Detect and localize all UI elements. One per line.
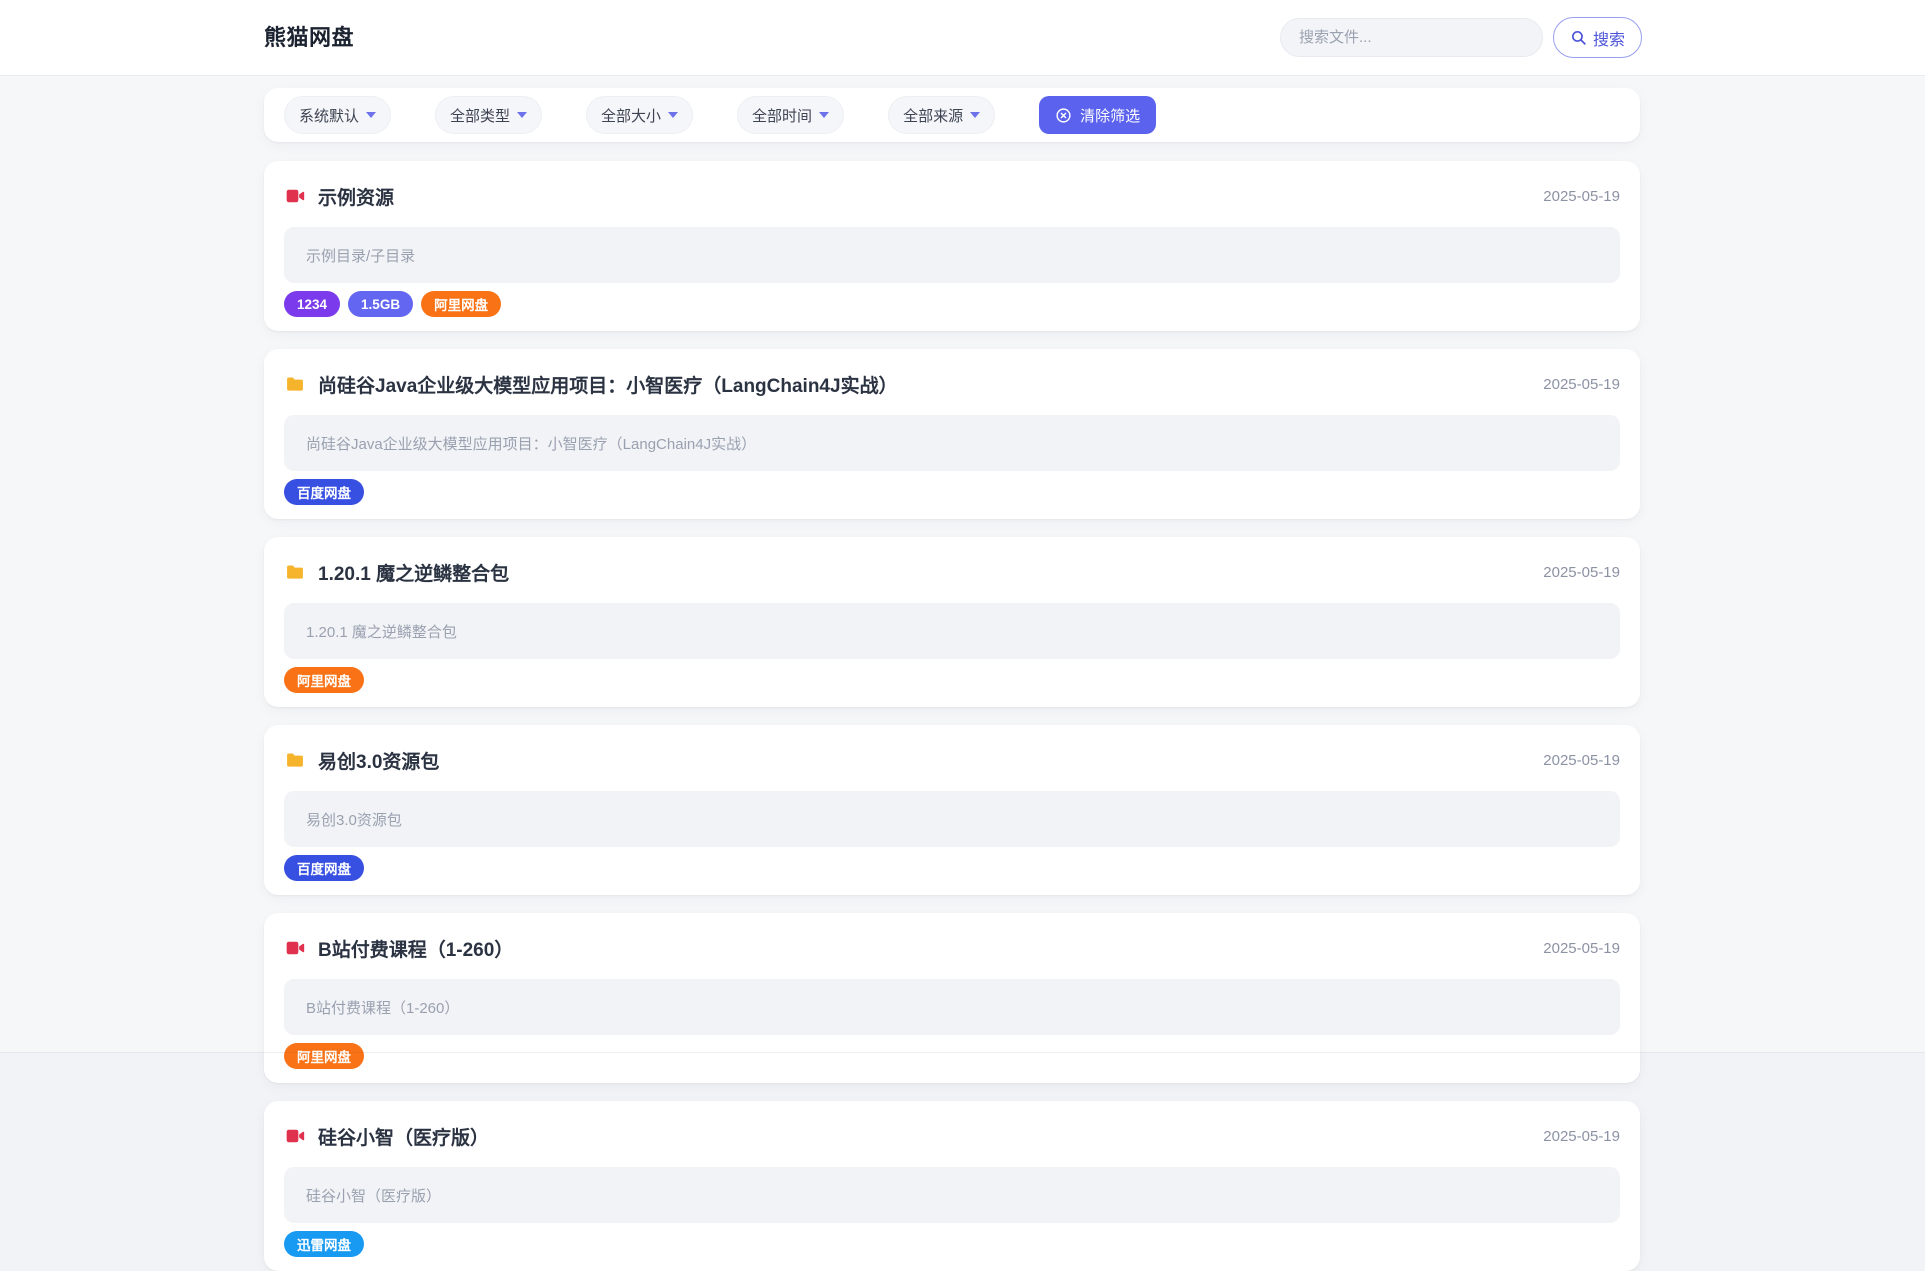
filter-bar: 系统默认 全部类型 全部大小 全部时间 全部来源 清除筛选	[264, 88, 1640, 142]
filter-dropdown-type[interactable]: 全部类型	[435, 96, 543, 134]
result-card[interactable]: 示例资源 2025-05-19 示例目录/子目录 1234 1.5GB 阿里网盘	[264, 161, 1640, 331]
filter-dropdown-sort[interactable]: 系统默认	[284, 96, 392, 134]
source-badge: 阿里网盘	[284, 1043, 364, 1069]
main-content: 系统默认 全部类型 全部大小 全部时间 全部来源 清除筛选 示例资源 2025-…	[264, 88, 1640, 1271]
badge-row: 1234 1.5GB 阿里网盘	[284, 291, 1620, 317]
search-button-label: 搜索	[1592, 31, 1625, 49]
header: 熊猫网盘 搜索	[0, 0, 1925, 76]
result-date: 2025-05-19	[1543, 563, 1620, 581]
result-date: 2025-05-19	[1543, 187, 1620, 205]
size-badge: 1.5GB	[348, 291, 414, 317]
result-date: 2025-05-19	[1543, 375, 1620, 393]
clear-filters-button[interactable]: 清除筛选	[1039, 96, 1157, 134]
result-title[interactable]: 硅谷小智（医疗版）	[318, 1123, 489, 1150]
badge-row: 迅雷网盘	[284, 1231, 1620, 1257]
clear-filters-label: 清除筛选	[1080, 107, 1141, 125]
result-head: 尚硅谷Java企业级大模型应用项目：小智医疗（LangChain4J实战） 20…	[284, 371, 1620, 397]
source-badge: 迅雷网盘	[284, 1231, 364, 1257]
count-badge: 1234	[284, 291, 341, 317]
site-logo[interactable]: 熊猫网盘	[264, 0, 354, 76]
video-icon	[284, 1126, 306, 1146]
result-description: 硅谷小智（医疗版）	[284, 1167, 1620, 1223]
badge-row: 阿里网盘	[284, 1043, 1620, 1069]
result-description: 尚硅谷Java企业级大模型应用项目：小智医疗（LangChain4J实战）	[284, 415, 1620, 471]
result-title[interactable]: 1.20.1 魔之逆鳞整合包	[318, 559, 509, 586]
result-card[interactable]: 1.20.1 魔之逆鳞整合包 2025-05-19 1.20.1 魔之逆鳞整合包…	[264, 537, 1640, 707]
result-description: 示例目录/子目录	[284, 227, 1620, 283]
result-date: 2025-05-19	[1543, 751, 1620, 769]
video-icon	[284, 186, 306, 206]
result-description: B站付费课程（1-260）	[284, 979, 1620, 1035]
search-icon	[1570, 29, 1587, 46]
filter-label: 全部时间	[752, 107, 813, 125]
result-head: 硅谷小智（医疗版） 2025-05-19	[284, 1123, 1620, 1149]
result-description: 易创3.0资源包	[284, 791, 1620, 847]
result-title[interactable]: 易创3.0资源包	[318, 747, 439, 774]
filter-label: 全部来源	[903, 107, 964, 125]
result-head: 1.20.1 魔之逆鳞整合包 2025-05-19	[284, 559, 1620, 585]
folder-icon	[284, 750, 306, 770]
badge-row: 百度网盘	[284, 855, 1620, 881]
result-date: 2025-05-19	[1543, 1127, 1620, 1145]
result-head: 示例资源 2025-05-19	[284, 183, 1620, 209]
result-head: 易创3.0资源包 2025-05-19	[284, 747, 1620, 773]
chevron-down-icon	[819, 112, 830, 118]
result-title[interactable]: B站付费课程（1-260）	[318, 935, 513, 962]
filter-label: 系统默认	[299, 107, 360, 125]
source-badge: 阿里网盘	[284, 667, 364, 693]
chevron-down-icon	[366, 112, 377, 118]
result-date: 2025-05-19	[1543, 939, 1620, 957]
chevron-down-icon	[970, 112, 981, 118]
result-description: 1.20.1 魔之逆鳞整合包	[284, 603, 1620, 659]
filter-label: 全部类型	[450, 107, 511, 125]
result-card[interactable]: 尚硅谷Java企业级大模型应用项目：小智医疗（LangChain4J实战） 20…	[264, 349, 1640, 519]
result-card[interactable]: 硅谷小智（医疗版） 2025-05-19 硅谷小智（医疗版） 迅雷网盘	[264, 1101, 1640, 1271]
badge-row: 阿里网盘	[284, 667, 1620, 693]
filter-dropdown-source[interactable]: 全部来源	[888, 96, 996, 134]
result-title[interactable]: 示例资源	[318, 183, 394, 210]
result-head: B站付费课程（1-260） 2025-05-19	[284, 935, 1620, 961]
result-card[interactable]: 易创3.0资源包 2025-05-19 易创3.0资源包 百度网盘	[264, 725, 1640, 895]
source-badge: 百度网盘	[284, 479, 364, 505]
chevron-down-icon	[517, 112, 528, 118]
chevron-down-icon	[668, 112, 679, 118]
folder-icon	[284, 374, 306, 394]
folder-icon	[284, 562, 306, 582]
search-input[interactable]	[1280, 18, 1543, 57]
source-badge: 百度网盘	[284, 855, 364, 881]
source-badge: 阿里网盘	[421, 291, 502, 317]
circle-x-icon	[1055, 107, 1072, 124]
search-button[interactable]: 搜索	[1553, 17, 1642, 58]
filter-dropdown-size[interactable]: 全部大小	[586, 96, 694, 134]
result-title[interactable]: 尚硅谷Java企业级大模型应用项目：小智医疗（LangChain4J实战）	[318, 371, 898, 398]
filter-dropdown-time[interactable]: 全部时间	[737, 96, 845, 134]
filter-label: 全部大小	[601, 107, 662, 125]
video-icon	[284, 938, 306, 958]
badge-row: 百度网盘	[284, 479, 1620, 505]
result-card[interactable]: B站付费课程（1-260） 2025-05-19 B站付费课程（1-260） 阿…	[264, 913, 1640, 1083]
